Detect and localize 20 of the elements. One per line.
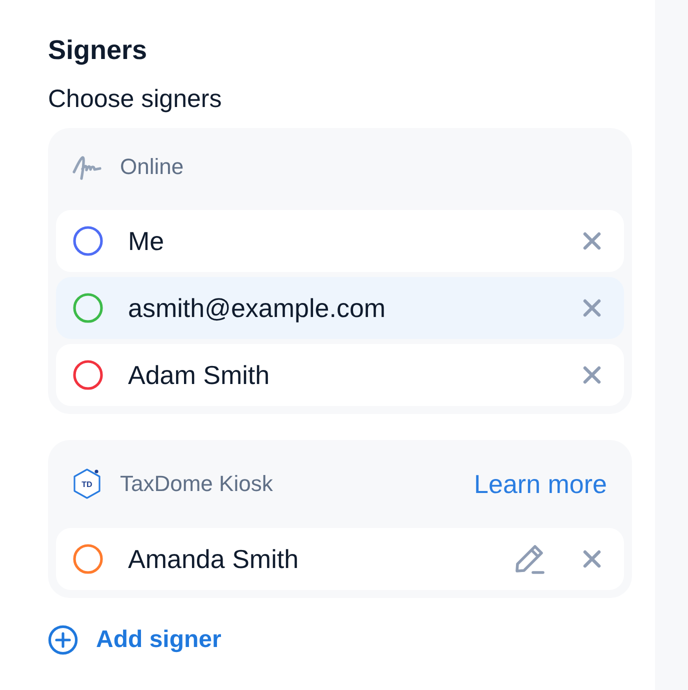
signer-row[interactable]: Amanda Smith [56, 528, 624, 590]
close-icon[interactable] [582, 549, 602, 569]
signer-name: Adam Smith [128, 359, 270, 391]
close-icon[interactable] [582, 365, 602, 385]
signer-name: asmith@example.com [128, 292, 386, 324]
signer-row[interactable]: asmith@example.com [56, 277, 624, 339]
signer-row[interactable]: Me [56, 210, 624, 272]
panel-title: Signers [48, 34, 148, 67]
group-label: TaxDome Kiosk [120, 470, 273, 498]
panel-subtitle: Choose signers [48, 84, 222, 115]
close-icon[interactable] [582, 231, 602, 251]
learn-more-link[interactable]: Learn more [474, 468, 607, 500]
signer-name: Me [128, 225, 164, 257]
kiosk-logo: TD [72, 467, 102, 500]
close-icon[interactable] [582, 298, 602, 318]
plus-circle-icon [48, 625, 78, 655]
signer-row[interactable]: Adam Smith [56, 344, 624, 406]
group-label: Online [120, 152, 184, 180]
signer-name: Amanda Smith [128, 543, 299, 575]
add-signer-button[interactable]: Add signer [48, 624, 222, 656]
